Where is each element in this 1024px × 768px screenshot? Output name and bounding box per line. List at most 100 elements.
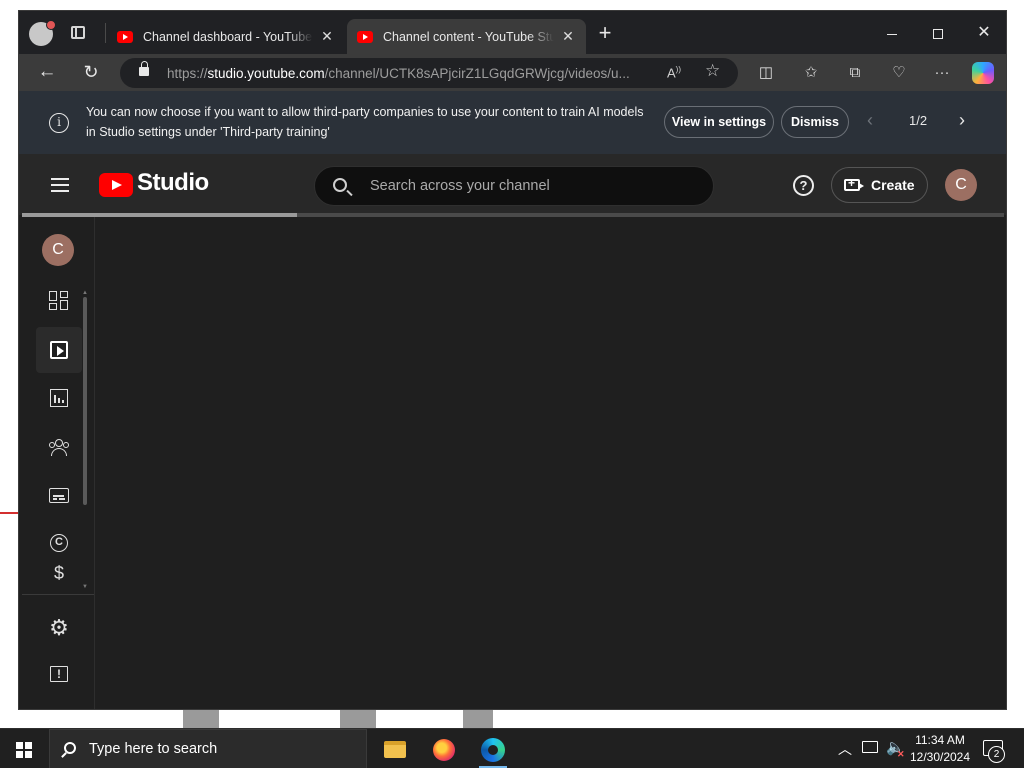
tab-title: Channel content - YouTube Studio — [383, 29, 554, 44]
tab-channel-dashboard[interactable]: Channel dashboard - YouTube Studio ✕ — [107, 19, 345, 54]
edge-app[interactable] — [473, 733, 513, 768]
tab-channel-content[interactable]: Channel content - YouTube Studio ✕ — [347, 19, 586, 54]
view-in-settings-button[interactable]: View in settings — [664, 106, 774, 138]
banner-message: You can now choose if you want to allow … — [86, 105, 644, 139]
sidebar-item-settings[interactable]: ⚙ — [36, 605, 82, 651]
desktop-item — [183, 710, 219, 728]
taskbar-search[interactable]: Type here to search — [49, 729, 367, 768]
address-toolbar: ← ↻ https://studio.youtube.com/channel/U… — [19, 54, 1006, 91]
tab-actions-icon[interactable] — [71, 26, 85, 39]
youtube-logo[interactable] — [99, 173, 133, 197]
youtube-favicon-icon — [117, 30, 133, 43]
copilot-icon[interactable] — [972, 62, 994, 84]
info-icon: i — [49, 113, 69, 133]
maximize-button[interactable] — [915, 19, 961, 47]
sidebar-divider — [22, 594, 94, 595]
channel-avatar[interactable]: C — [42, 234, 74, 266]
close-window-button[interactable]: ✕ — [961, 19, 1006, 47]
channel-search[interactable] — [314, 166, 714, 206]
reload-icon[interactable]: ↻ — [78, 60, 104, 84]
firefox-icon — [433, 739, 455, 761]
more-icon[interactable]: ··· — [931, 62, 953, 84]
sidebar-item-dashboard[interactable] — [36, 278, 82, 324]
url-prefix: https:// — [167, 66, 208, 81]
lock-icon[interactable] — [139, 61, 149, 76]
desktop-item — [463, 710, 493, 728]
search-icon[interactable] — [333, 178, 347, 192]
banner-pager: 1/2 — [909, 113, 928, 128]
info-banner: i You can now choose if you want to allo… — [19, 91, 1006, 154]
search-input[interactable] — [370, 176, 690, 196]
file-explorer-app[interactable] — [375, 733, 415, 768]
search-icon — [64, 742, 76, 754]
studio-app: Studio ? Create C C — [19, 154, 1006, 709]
sidebar-item-content[interactable] — [36, 327, 82, 373]
split-screen-icon[interactable]: ◫ — [755, 62, 777, 84]
profile-icon[interactable] — [29, 20, 56, 46]
tab-separator — [105, 23, 106, 43]
minimize-button[interactable] — [869, 19, 915, 47]
chevron-left-icon[interactable]: ‹ — [867, 110, 873, 131]
new-tab-icon[interactable]: + — [595, 21, 615, 45]
clock-date[interactable]: 12/30/2024 — [908, 750, 972, 764]
file-explorer-icon — [384, 741, 406, 758]
community-icon — [48, 436, 70, 456]
main-content-area — [95, 217, 1006, 709]
feedback-icon: ! — [50, 666, 68, 682]
close-tab-icon[interactable]: ✕ — [319, 28, 335, 45]
create-video-icon — [844, 176, 864, 191]
sidebar-item-community[interactable] — [36, 423, 82, 469]
firefox-app[interactable] — [424, 733, 464, 768]
notification-count-badge: 2 — [988, 746, 1005, 763]
studio-brand[interactable]: Studio — [137, 169, 209, 197]
dashboard-icon — [49, 291, 69, 311]
sidebar-scrollbar[interactable] — [83, 297, 87, 505]
collections-icon[interactable]: ⧉ — [844, 62, 866, 84]
network-icon[interactable] — [862, 741, 878, 753]
sidebar-item-earn[interactable]: $ — [36, 557, 82, 585]
browser-essentials-icon[interactable]: ♡ — [888, 62, 910, 84]
tab-strip: Channel dashboard - YouTube Studio ✕ Cha… — [19, 11, 1006, 54]
favorites-icon[interactable]: ✩ — [800, 62, 822, 84]
chevron-right-icon[interactable]: › — [959, 110, 965, 131]
content-icon — [50, 341, 68, 359]
url-path: /channel/UCTK8sAPjcirZ1LGqdGRWjcg/videos… — [324, 66, 630, 81]
tab-title: Channel dashboard - YouTube Studio — [143, 29, 313, 44]
back-arrow-icon[interactable]: ← — [34, 60, 60, 84]
dismiss-button[interactable]: Dismiss — [781, 106, 849, 138]
sidebar-item-subtitles[interactable] — [36, 471, 82, 517]
clock-time[interactable]: 11:34 AM — [908, 733, 972, 747]
taskbar: Type here to search ︿ 🔈 ✕ 11:34 AM 12/30… — [0, 728, 1024, 768]
create-button[interactable]: Create — [831, 167, 928, 203]
earn-icon: $ — [53, 563, 64, 583]
url-text[interactable]: https://studio.youtube.com/channel/UCTK8… — [167, 66, 630, 81]
sidebar-item-send-feedback[interactable]: ! — [36, 651, 82, 697]
studio-header: Studio ? Create C — [19, 154, 1006, 215]
chevron-up-icon[interactable]: ︿ — [838, 739, 852, 759]
youtube-favicon-icon — [357, 30, 373, 43]
windows-start-icon[interactable] — [16, 742, 32, 758]
scroll-up-icon[interactable]: ▲ — [82, 290, 88, 296]
browser-window: Channel dashboard - YouTube Studio ✕ Cha… — [18, 10, 1007, 710]
analytics-icon — [50, 389, 68, 407]
subtitles-icon — [49, 488, 69, 503]
studio-sidebar: C C $ ▲ ▼ ⚙ ! — [22, 217, 95, 709]
desktop-fragment — [0, 512, 18, 514]
taskbar-search-text: Type here to search — [89, 741, 218, 757]
help-icon[interactable]: ? — [793, 175, 814, 196]
menu-icon[interactable] — [51, 178, 69, 192]
close-tab-icon[interactable]: ✕ — [560, 28, 576, 45]
desktop-item — [340, 710, 376, 728]
gear-icon: ⚙ — [49, 615, 69, 640]
address-bar[interactable]: https://studio.youtube.com/channel/UCTK8… — [120, 58, 738, 88]
muted-x-icon: ✕ — [897, 749, 905, 759]
read-aloud-icon[interactable]: A)) — [667, 65, 681, 80]
account-avatar[interactable]: C — [945, 169, 977, 201]
sidebar-item-analytics[interactable] — [36, 375, 82, 421]
star-icon[interactable]: ☆ — [705, 61, 720, 81]
copyright-icon: C — [50, 534, 68, 552]
edge-icon — [481, 738, 505, 762]
url-host: studio.youtube.com — [207, 66, 325, 81]
create-label: Create — [871, 177, 915, 193]
scroll-down-icon[interactable]: ▼ — [82, 584, 88, 590]
